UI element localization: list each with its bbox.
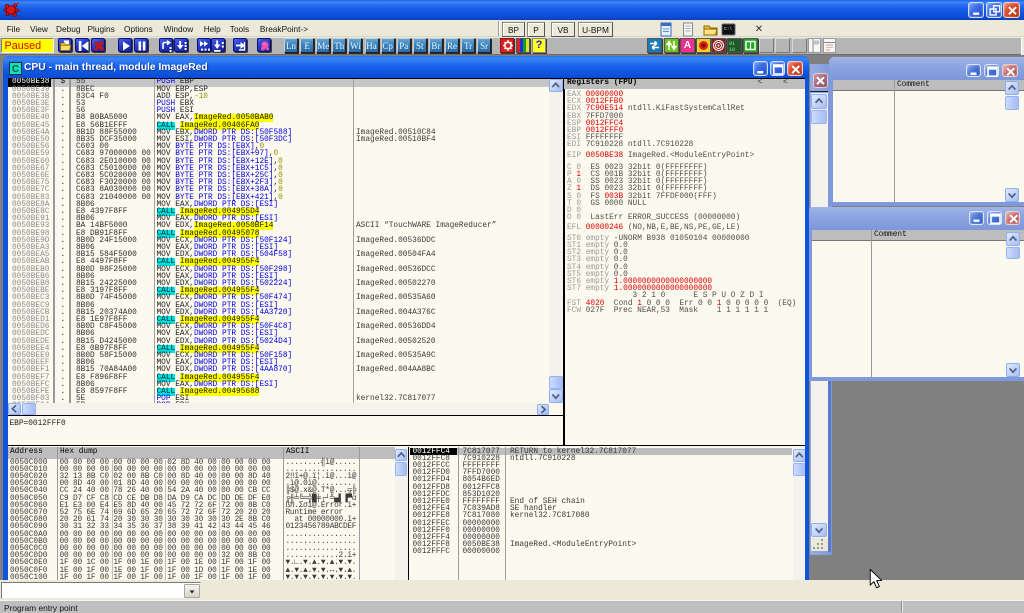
- svg-text:10: 10: [729, 47, 735, 52]
- svg-text:C:\: C:\: [724, 26, 732, 32]
